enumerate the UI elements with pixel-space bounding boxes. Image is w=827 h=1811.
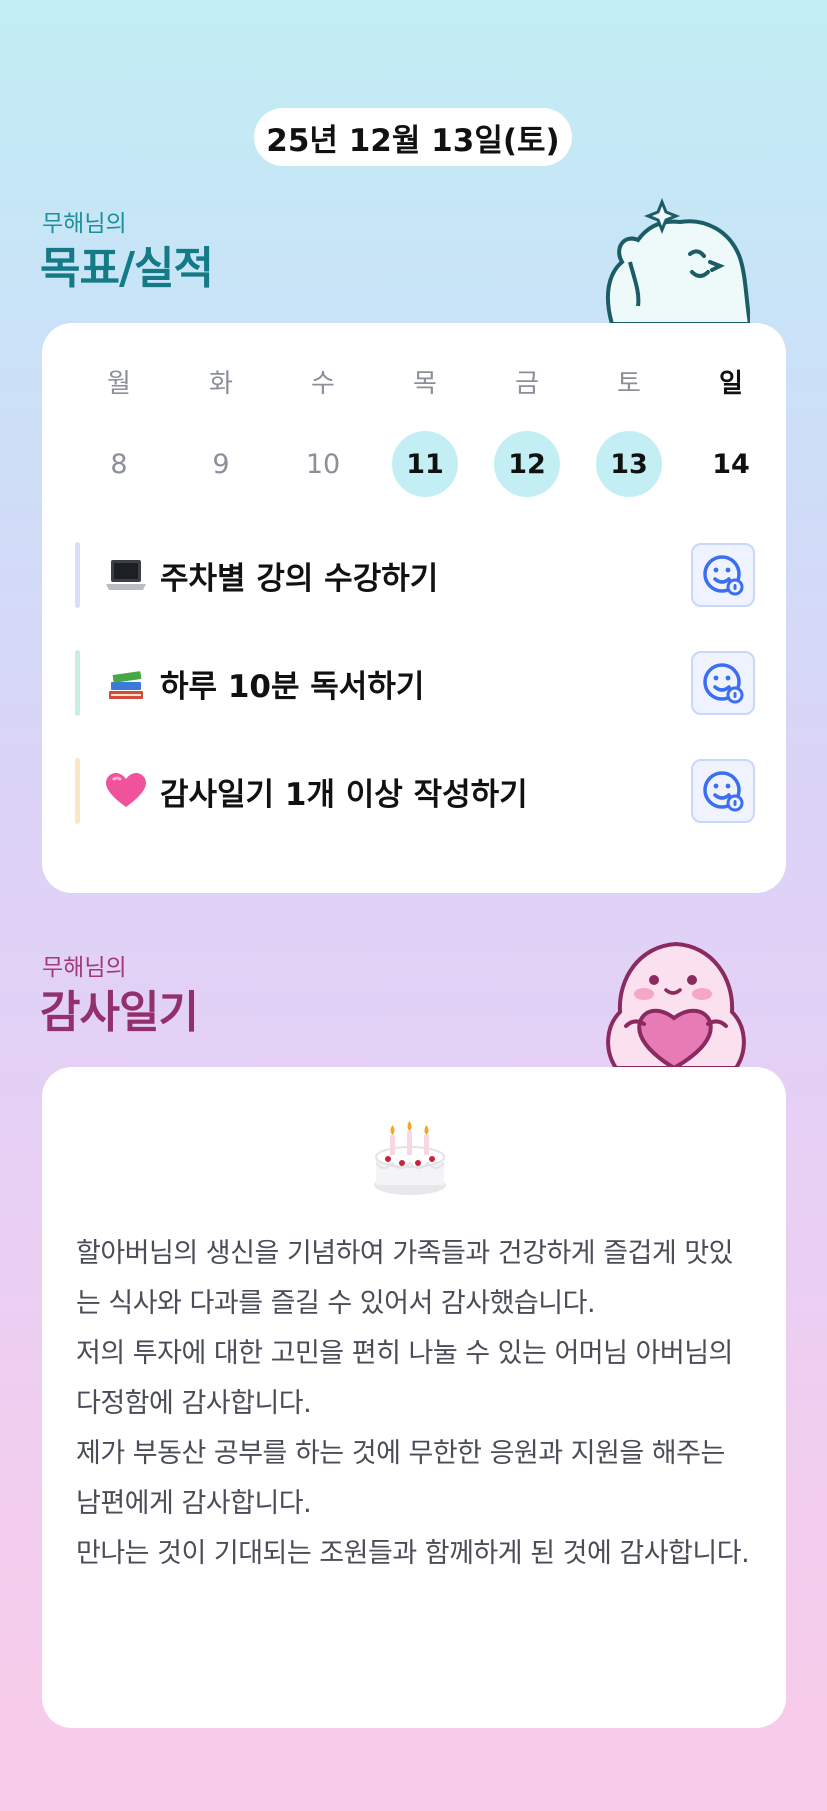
weekday-header: 월 화 수 목 금 토 일 (68, 361, 784, 401)
goal-label: 하루 10분 독서하기 (160, 668, 425, 705)
smile-face-icon (703, 771, 744, 812)
date-cell-completed[interactable]: 12 (494, 431, 560, 497)
goal-check-button[interactable] (691, 651, 755, 715)
goal-item[interactable]: 주차별 강의 수강하기 (75, 541, 755, 609)
goals-card: 월 화 수 목 금 토 일 8 9 10 11 12 13 14 주차별 강의 … (42, 323, 786, 893)
weekday-label: 월 (107, 368, 131, 399)
pink-heart-icon (106, 771, 146, 811)
date-cell-today[interactable]: 14 (698, 431, 764, 497)
goals-title: 목표/실적 (40, 243, 214, 294)
weekday-label: 수 (311, 368, 335, 399)
date-cell[interactable]: 9 (188, 431, 254, 497)
diary-line: 할아버님의 생신을 기념하여 가족들과 건강하게 즐겁게 맛있는 식사와 다과를… (76, 1238, 734, 1319)
goal-accent-bar (75, 650, 80, 716)
diary-line: 만나는 것이 기대되는 조원들과 함께하게 된 것에 감사합니다. (76, 1538, 750, 1569)
date-cell[interactable]: 8 (86, 431, 152, 497)
date-cell-completed[interactable]: 11 (392, 431, 458, 497)
goal-item[interactable]: 하루 10분 독서하기 (75, 649, 755, 717)
smile-face-icon (703, 555, 744, 596)
waving-mascot-icon (605, 197, 750, 324)
weekday-label: 금 (515, 368, 539, 399)
goal-item[interactable]: 감사일기 1개 이상 작성하기 (75, 757, 755, 825)
goal-accent-bar (75, 758, 80, 824)
goal-check-button[interactable] (691, 543, 755, 607)
date-cell[interactable]: 10 (290, 431, 356, 497)
goal-label: 주차별 강의 수강하기 (160, 560, 439, 597)
goal-accent-bar (75, 542, 80, 608)
diary-line: 제가 부동산 공부를 하는 것에 무한한 응원과 지원을 해주는 남편에게 감사… (76, 1438, 725, 1519)
laptop-icon (106, 555, 146, 595)
birthday-cake-icon (374, 1121, 446, 1195)
date-cell-completed[interactable]: 13 (596, 431, 662, 497)
weekday-label: 목 (413, 368, 437, 399)
weekday-label-today: 일 (719, 368, 743, 399)
diary-line: 저의 투자에 대한 고민을 편히 나눌 수 있는 어머님 아버님의 다정함에 감… (76, 1338, 733, 1419)
date-label[interactable]: 25년 12월 13일(토) (254, 108, 572, 166)
smile-face-icon (703, 663, 744, 704)
books-icon (106, 663, 146, 703)
weekday-label: 화 (209, 368, 233, 399)
goal-label: 감사일기 1개 이상 작성하기 (160, 776, 528, 813)
goal-check-button[interactable] (691, 759, 755, 823)
gratitude-card: 할아버님의 생신을 기념하여 가족들과 건강하게 즐겁게 맛있는 식사와 다과를… (42, 1067, 786, 1728)
heart-hugging-mascot-icon (606, 941, 746, 1068)
week-dates: 8 9 10 11 12 13 14 (68, 431, 784, 497)
weekday-label: 토 (617, 368, 641, 399)
gratitude-diary-text: 할아버님의 생신을 기념하여 가족들과 건강하게 즐겁게 맛있는 식사와 다과를… (76, 1229, 756, 1579)
gratitude-title: 감사일기 (40, 987, 199, 1038)
